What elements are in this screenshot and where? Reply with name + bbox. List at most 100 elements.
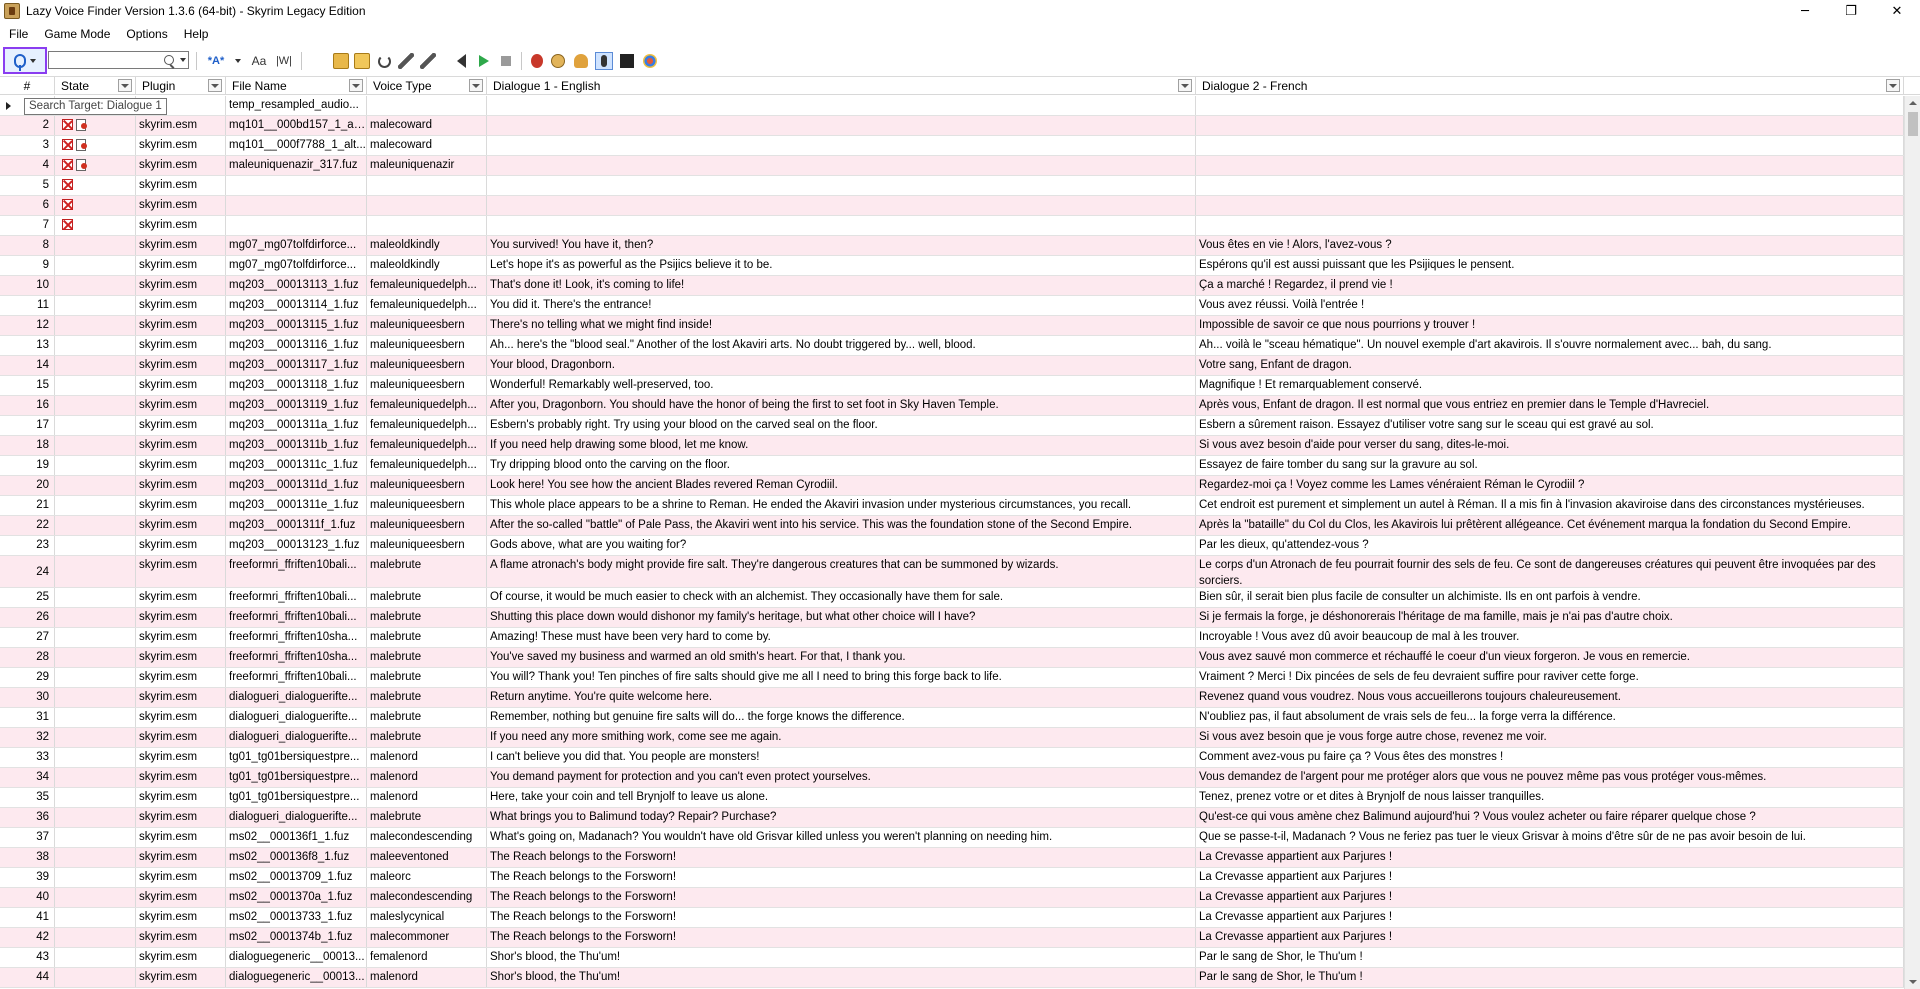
table-row[interactable]: 29 skyrim.esm freeformri_ffriften10bali...… [0,668,1904,688]
table-row[interactable]: 22 skyrim.esm mq203__0001311f_1.fuz maleuni… [0,516,1904,536]
plugin-cell: skyrim.esm [136,296,226,315]
table-row[interactable]: 9 skyrim.esm mg07_mg07tolfdirforce... maleo… [0,256,1904,276]
play-button[interactable] [477,52,491,70]
table-row[interactable]: 12 skyrim.esm mq203__00013115_1.fuz maleuni… [0,316,1904,336]
menu-help[interactable]: Help [177,24,216,44]
restore-button[interactable]: ❐ [1828,0,1874,22]
column-header-dialogue-2[interactable]: Dialogue 2 - French [1196,77,1904,95]
table-row[interactable]: 44 skyrim.esm dialoguegeneric__00013... mal… [0,968,1904,988]
table-row[interactable]: 13 skyrim.esm mq203__00013116_1.fuz maleuni… [0,336,1904,356]
table-row[interactable]: 8 skyrim.esm mg07_mg07tolfdirforce... maleo… [0,236,1904,256]
vertical-scrollbar[interactable] [1904,96,1920,989]
table-row[interactable]: temp_resampled_audio... [0,96,1904,116]
table-row[interactable]: 17 skyrim.esm mq203__0001311a_1.fuz femaleu… [0,416,1904,436]
scroll-down-icon[interactable] [1905,975,1920,989]
table-row[interactable]: 19 skyrim.esm mq203__0001311c_1.fuz femaleu… [0,456,1904,476]
table-row[interactable]: 25 skyrim.esm freeformri_ffriften10bali...… [0,588,1904,608]
table-row[interactable]: 24 skyrim.esm freeformri_ffriften10bali...… [0,556,1904,588]
stop-button[interactable] [499,52,513,70]
column-header-dialogue-1[interactable]: Dialogue 1 - English [487,77,1196,95]
key-button[interactable] [619,52,635,70]
filter-red-button[interactable] [529,52,545,70]
table-row[interactable]: 11 skyrim.esm mq203__00013114_1.fuz femaleu… [0,296,1904,316]
table-row[interactable]: 42 skyrim.esm ms02__0001374b_1.fuz malecomm… [0,928,1904,948]
state-cell [55,648,136,667]
scroll-up-icon[interactable] [1905,96,1920,110]
filter-dropdown-icon[interactable] [349,79,363,92]
table-row[interactable]: 18 skyrim.esm mq203__0001311b_1.fuz femaleu… [0,436,1904,456]
reload-button[interactable] [376,52,392,70]
table-row[interactable]: 37 skyrim.esm ms02__000136f1_1.fuz malecond… [0,828,1904,848]
face-button[interactable] [550,52,566,70]
table-row[interactable]: 35 skyrim.esm tg01_tg01bersiquestpre... mal… [0,788,1904,808]
table-row[interactable]: 5 skyrim.esm [0,176,1904,196]
settings-tools-button[interactable] [420,52,436,70]
open-folder-button[interactable] [333,52,349,70]
table-row[interactable]: 23 skyrim.esm mq203__00013123_1.fuz maleuni… [0,536,1904,556]
table-row[interactable]: 2 skyrim.esm mq101__000bd157_1_alt... malec… [0,116,1904,136]
voice-type-cell: maleuniqueesbern [367,516,487,535]
column-header-number[interactable]: # [0,77,55,95]
match-case-button[interactable]: Aa [250,52,268,70]
column-header-file-name[interactable]: File Name [226,77,367,95]
table-row[interactable]: 15 skyrim.esm mq203__00013118_1.fuz maleuni… [0,376,1904,396]
person-button[interactable] [573,52,589,70]
menu-options[interactable]: Options [119,24,174,44]
table-row[interactable]: 32 skyrim.esm dialogueri_dialoguerifte... m… [0,728,1904,748]
column-header-voice-type[interactable]: Voice Type [367,77,487,95]
filter-dropdown-icon[interactable] [208,79,222,92]
dialogue-2-cell: Le corps d'un Atronach de feu pourrait f… [1196,556,1904,587]
table-row[interactable]: 16 skyrim.esm mq203__00013119_1.fuz femaleu… [0,396,1904,416]
minimize-button[interactable]: ─ [1782,0,1828,22]
open-archive-button[interactable] [354,52,370,70]
table-row[interactable]: 27 skyrim.esm freeformri_ffriften10sha... m… [0,628,1904,648]
audio-button[interactable] [453,52,469,70]
table-row[interactable]: 4 skyrim.esm maleuniquenazir_317.fuz maleun… [0,156,1904,176]
close-button[interactable]: ✕ [1874,0,1920,22]
voice-type-cell: malecommoner [367,928,487,947]
table-row[interactable]: 31 skyrim.esm dialogueri_dialoguerifte... m… [0,708,1904,728]
filter-dropdown-icon[interactable] [1178,79,1192,92]
table-row[interactable]: 30 skyrim.esm dialogueri_dialoguerifte... m… [0,688,1904,708]
whole-word-button[interactable]: |W| [275,52,293,70]
scrollbar-thumb[interactable] [1908,112,1918,136]
search-input[interactable] [52,53,162,67]
filter-dropdown-icon[interactable] [118,79,132,92]
selected-toggle-button[interactable] [594,52,614,70]
table-row[interactable]: 20 skyrim.esm mq203__0001311d_1.fuz maleuni… [0,476,1904,496]
menu-game-mode[interactable]: Game Mode [37,24,117,44]
table-row[interactable]: 7 skyrim.esm [0,216,1904,236]
table-row[interactable]: 3 skyrim.esm mq101__000f7788_1_alt... malec… [0,136,1904,156]
file-name-cell: freeformri_ffriften10bali... [226,588,367,607]
table-row[interactable]: 39 skyrim.esm ms02__00013709_1.fuz maleorc T… [0,868,1904,888]
match-mode-button[interactable]: *A* [203,52,229,70]
filter-dropdown-icon[interactable] [1886,79,1900,92]
dialogue-2-cell: Cet endroit est purement et simplement u… [1196,496,1904,515]
table-row[interactable]: 6 skyrim.esm [0,196,1904,216]
table-row[interactable]: 38 skyrim.esm ms02__000136f8_1.fuz maleeven… [0,848,1904,868]
table-row[interactable]: 10 skyrim.esm mq203__00013113_1.fuz femaleu… [0,276,1904,296]
table-row[interactable]: 41 skyrim.esm ms02__00013733_1.fuz maleslyc… [0,908,1904,928]
menu-file[interactable]: File [2,24,35,44]
table-row[interactable]: 36 skyrim.esm dialogueri_dialoguerifte... m… [0,808,1904,828]
search-icon[interactable] [164,55,174,65]
globe-button[interactable] [642,52,658,70]
table-row[interactable]: 26 skyrim.esm freeformri_ffriften10bali...… [0,608,1904,628]
table-row[interactable]: 33 skyrim.esm tg01_tg01bersiquestpre... mal… [0,748,1904,768]
column-header-state[interactable]: State [55,77,136,95]
table-row[interactable]: 40 skyrim.esm ms02__0001370a_1.fuz malecond… [0,888,1904,908]
tools-button[interactable] [398,52,414,70]
match-mode-dropdown[interactable] [233,52,243,70]
search-history-dropdown-icon[interactable] [180,58,186,62]
file-name-cell: ms02__0001370a_1.fuz [226,888,367,907]
table-row[interactable]: 21 skyrim.esm mq203__0001311e_1.fuz maleuni… [0,496,1904,516]
table-row[interactable]: 34 skyrim.esm tg01_tg01bersiquestpre... mal… [0,768,1904,788]
search-target-button[interactable] [3,47,47,74]
dialogue-2-cell [1196,156,1904,175]
table-row[interactable]: 43 skyrim.esm dialoguegeneric__00013... fem… [0,948,1904,968]
table-row[interactable]: 14 skyrim.esm mq203__00013117_1.fuz maleuni… [0,356,1904,376]
table-row[interactable]: 28 skyrim.esm freeformri_ffriften10sha... m… [0,648,1904,668]
plugin-cell: skyrim.esm [136,708,226,727]
filter-dropdown-icon[interactable] [469,79,483,92]
column-header-plugin[interactable]: Plugin [136,77,226,95]
